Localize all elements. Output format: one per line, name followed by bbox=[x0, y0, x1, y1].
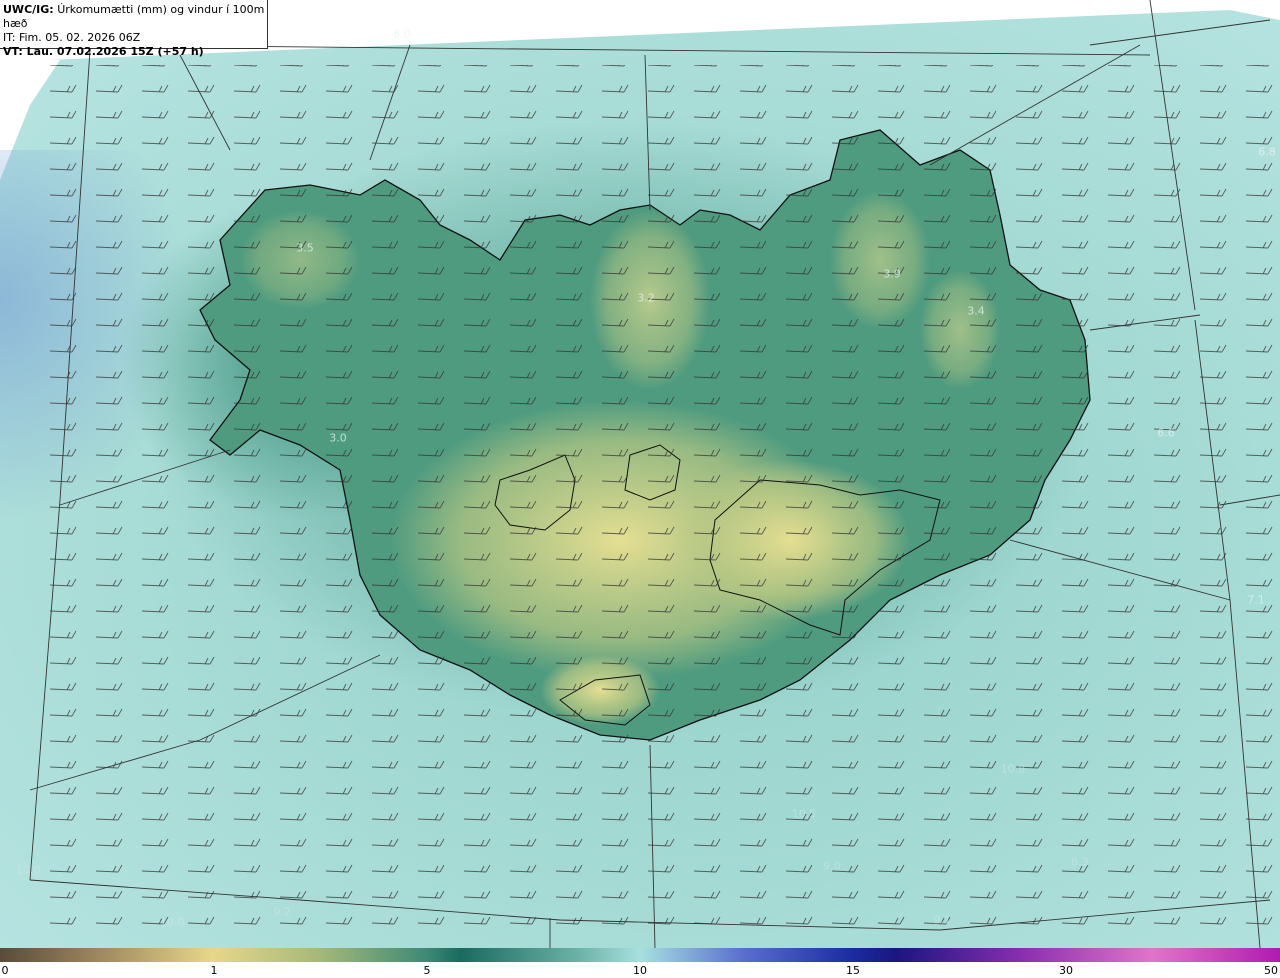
map-value-label: 10.5 bbox=[791, 807, 817, 821]
colorbar-tick: 0 bbox=[1, 964, 9, 977]
colorbar-tick: 15 bbox=[846, 964, 860, 977]
product-code: UWC/IG: bbox=[3, 3, 54, 16]
wind-barbs bbox=[40, 65, 1280, 925]
map-value-label: 10.0 bbox=[159, 915, 185, 929]
forecast-map: UWC/IG: Úrkomumætti (mm) og vindur í 100… bbox=[0, 0, 1280, 948]
map-value-label: 7.1 bbox=[1247, 593, 1265, 607]
map-value-label: 3.5 bbox=[296, 241, 314, 255]
map-value-label: 6.8 bbox=[1258, 145, 1276, 159]
colorbar-tick: 10 bbox=[633, 964, 647, 977]
map-value-label: 8.0 bbox=[393, 27, 411, 41]
colorbar-tick: 30 bbox=[1059, 964, 1073, 977]
map-canvas bbox=[0, 0, 1280, 948]
valid-time: VT: Lau. 07.02.2026 15Z (+57 h) bbox=[3, 45, 204, 58]
map-title-box: UWC/IG: Úrkomumætti (mm) og vindur í 100… bbox=[0, 0, 268, 58]
map-value-label: 3.4 bbox=[967, 304, 985, 318]
map-value-label: 3.0 bbox=[329, 431, 347, 445]
colorbar-tick: 5 bbox=[423, 964, 431, 977]
map-value-label: 6.6 bbox=[1157, 426, 1175, 440]
map-value-label: 9.2 bbox=[273, 905, 291, 919]
colorbar-tick: 1 bbox=[210, 964, 218, 977]
colorbar-strip bbox=[0, 948, 1280, 962]
map-value-label: 3.2 bbox=[637, 291, 655, 305]
map-value-label: 9.0 bbox=[823, 859, 841, 873]
colorbar: 0 1 5 10 15 30 50 bbox=[0, 948, 1280, 978]
issue-time: IT: Fim. 05. 02. 2026 06Z bbox=[3, 31, 141, 44]
map-value-label: 9.1 bbox=[933, 913, 951, 927]
map-value-label: 10.0 bbox=[15, 863, 41, 877]
colorbar-tick: 50 bbox=[1264, 964, 1278, 977]
map-value-label: 10.8 bbox=[1000, 762, 1026, 776]
map-value-label: 3.9 bbox=[883, 267, 901, 281]
map-value-label: 8.3 bbox=[1071, 855, 1089, 869]
